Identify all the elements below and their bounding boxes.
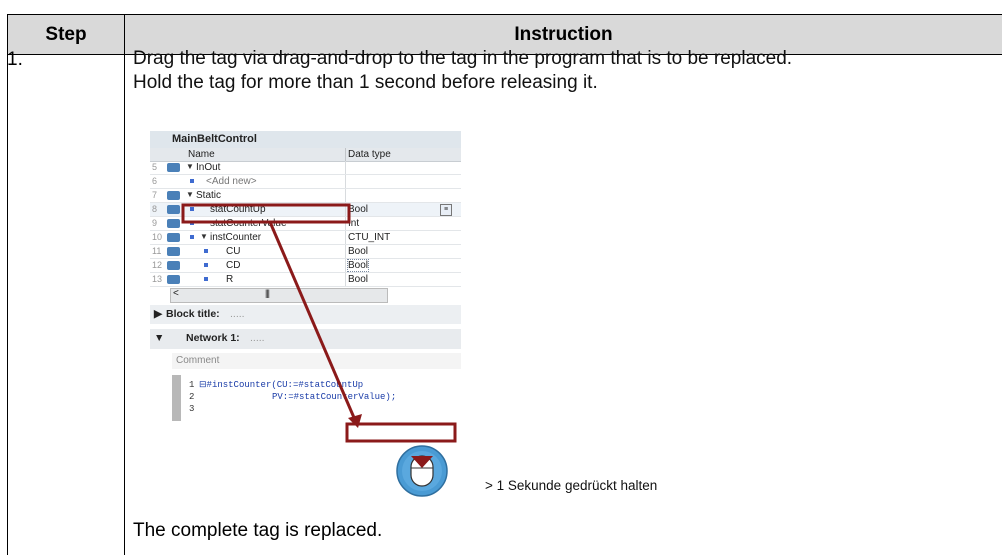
row-name: Static xyxy=(196,190,222,201)
row-number: 9 xyxy=(152,218,158,228)
code-editor[interactable]: 1 ⊟#instCounter(CU:=#statCountUp 2 PV:=#… xyxy=(172,375,461,421)
interface-icon xyxy=(167,219,180,228)
row-name[interactable]: statCounterValue xyxy=(210,218,287,229)
row-datatype: Bool xyxy=(346,259,370,272)
hold-note: > 1 Sekunde gedrückt halten xyxy=(485,478,658,493)
scroll-thumb[interactable]: ||| xyxy=(265,288,270,298)
list-icon[interactable]: ≡ xyxy=(440,204,452,216)
table-row[interactable]: 10 ▼ instCounter CTU_INT xyxy=(150,231,461,245)
collapse-triangle-icon[interactable]: ▼ xyxy=(200,232,208,241)
instruction-line-2: Hold the tag for more than 1 second befo… xyxy=(133,72,598,93)
row-name[interactable]: R xyxy=(226,274,233,285)
row-name[interactable]: instCounter xyxy=(210,232,261,243)
network-label: Network 1: xyxy=(186,332,240,344)
interface-icon xyxy=(167,205,180,214)
column-divider xyxy=(124,55,125,555)
instruction-text: Drag the tag via drag-and-drop to the ta… xyxy=(133,47,993,95)
block-title-label: Block title: xyxy=(166,308,220,320)
col-name: Name xyxy=(188,149,215,160)
row-name[interactable]: CU xyxy=(226,246,240,257)
line-number: 3 xyxy=(189,404,195,414)
interface-icon xyxy=(167,191,180,200)
tag-bullet-icon xyxy=(204,277,208,281)
tag-bullet-icon xyxy=(190,207,194,211)
collapse-triangle-icon[interactable]: ▼ xyxy=(186,190,194,199)
interface-icon xyxy=(167,163,180,172)
block-name: MainBeltControl xyxy=(172,133,257,145)
table-row[interactable]: 13 R Bool xyxy=(150,273,461,287)
line-number: 1 xyxy=(189,380,195,390)
column-header: Name Data type xyxy=(150,148,461,162)
row-name[interactable]: statCountUp xyxy=(210,204,266,215)
row-number: 13 xyxy=(152,274,163,284)
row-number: 10 xyxy=(152,232,163,242)
block-title-row[interactable]: ▶ Block title: ..... xyxy=(150,305,461,324)
collapse-triangle-icon[interactable]: ▼ xyxy=(154,332,164,344)
row-datatype: CTU_INT xyxy=(348,232,391,243)
row-datatype: Bool xyxy=(348,274,369,285)
table-row[interactable]: 12 CD Bool xyxy=(150,259,461,273)
row-number: 8 xyxy=(152,204,158,214)
interface-icon xyxy=(167,275,180,284)
comment-placeholder: Comment xyxy=(176,355,220,366)
line-number: 2 xyxy=(189,392,195,402)
chevron-left-icon[interactable]: < xyxy=(173,288,179,299)
interface-icon xyxy=(167,233,180,242)
collapse-triangle-icon[interactable]: ▼ xyxy=(186,162,194,171)
table-row[interactable]: 5 ▼ InOut xyxy=(150,161,461,175)
row-number: 12 xyxy=(152,260,163,270)
table-row[interactable]: 7 ▼ Static xyxy=(150,189,461,203)
horizontal-scrollbar[interactable]: < ||| xyxy=(170,288,388,303)
row-number: 5 xyxy=(152,162,158,172)
header-step: Step xyxy=(8,15,125,54)
tag-bullet-icon xyxy=(190,235,194,239)
row-number: 7 xyxy=(152,190,158,200)
tag-bullet-icon xyxy=(190,179,194,183)
tag-bullet-icon xyxy=(204,263,208,267)
step-number: 1. xyxy=(7,49,23,70)
block-title-bar: MainBeltControl xyxy=(150,131,461,148)
row-datatype: Bool xyxy=(348,246,369,257)
tag-bullet-icon xyxy=(190,221,194,225)
row-number: 11 xyxy=(152,246,162,256)
network-row[interactable]: ▼ Network 1: ..... xyxy=(150,329,461,349)
tia-screenshot: MainBeltControl Name Data type 5 ▼ InOut… xyxy=(150,131,461,459)
instruction-line-1: Drag the tag via drag-and-drop to the ta… xyxy=(133,48,793,69)
result-text: The complete tag is replaced. xyxy=(133,520,383,541)
table-row[interactable]: 9 statCounterValue Int xyxy=(150,217,461,231)
row-datatype: Bool xyxy=(348,204,369,215)
table-row[interactable]: 6 <Add new> xyxy=(150,175,461,189)
code-gutter xyxy=(172,375,181,421)
row-name: InOut xyxy=(196,162,221,173)
row-name[interactable]: <Add new> xyxy=(206,176,257,187)
expand-triangle-icon[interactable]: ▶ xyxy=(154,308,162,320)
table-row-selected[interactable]: 8 statCountUp Bool ≡ xyxy=(150,203,461,217)
col-datatype: Data type xyxy=(348,149,391,160)
row-number: 6 xyxy=(152,176,158,186)
block-title-value[interactable]: ..... xyxy=(230,308,245,320)
table-row[interactable]: 11 CU Bool xyxy=(150,245,461,259)
code-line-2[interactable]: PV:=#statCounterValue); xyxy=(272,392,396,402)
interface-icon xyxy=(167,247,180,256)
network-value[interactable]: ..... xyxy=(250,332,265,344)
interface-icon xyxy=(167,261,180,270)
row-datatype: Int xyxy=(348,218,360,229)
comment-field[interactable]: Comment xyxy=(172,353,461,369)
code-line-1[interactable]: ⊟#instCounter(CU:=#statCountUp xyxy=(199,380,363,390)
tag-bullet-icon xyxy=(204,249,208,253)
row-name[interactable]: CD xyxy=(226,260,240,271)
